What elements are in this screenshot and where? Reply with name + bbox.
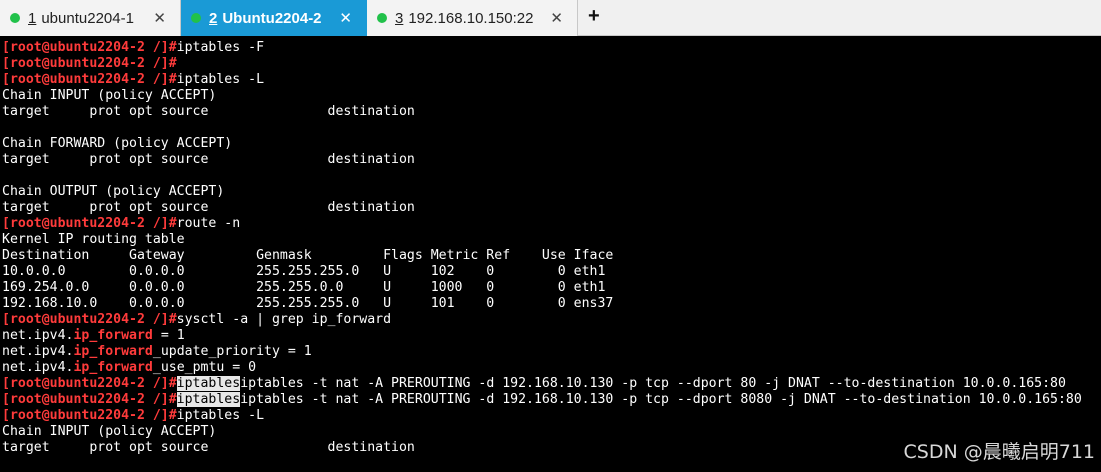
connected-status-icon [377, 13, 387, 23]
terminal-line: [root@ubuntu2204-2 /]#iptablesiptables -… [2, 392, 1101, 408]
output-text: = 1 [152, 328, 185, 343]
terminal-line: [root@ubuntu2204-2 /]#iptables -L [2, 72, 1101, 88]
close-icon[interactable]: ✕ [550, 9, 563, 27]
terminal-line: [root@ubuntu2204-2 /]#route -n [2, 216, 1101, 232]
output-text: _use_pmtu = 0 [152, 360, 257, 375]
output-text: net.ipv4. [2, 360, 74, 375]
shell-prompt: [root@ubuntu2204-2 /]# [2, 408, 177, 423]
terminal-line: [root@ubuntu2204-2 /]#iptables -L [2, 408, 1101, 424]
selected-text[interactable]: iptables [176, 392, 241, 407]
shell-prompt: [root@ubuntu2204-2 /]# [2, 216, 177, 231]
output-line: net.ipv4.ip_forward_use_pmtu = 0 [2, 360, 1101, 376]
shell-prompt: [root@ubuntu2204-2 /]# [2, 40, 177, 55]
output-line: 10.0.0.0 0.0.0.0 255.255.255.0 U 102 0 0… [2, 264, 606, 279]
output-line: Destination Gateway Genmask Flags Metric… [2, 248, 614, 263]
tab-title: 192.168.10.150:22 [408, 9, 534, 27]
grep-match: ip_forward [73, 344, 153, 359]
tab-number: 1 [28, 9, 37, 27]
command-text: iptables -L [176, 72, 265, 87]
output-line: target prot opt source destination [2, 152, 415, 167]
watermark: CSDN @晨曦启明711 [903, 441, 1095, 463]
tab-192-168-10-150[interactable]: 3 192.168.10.150:22 ✕ [367, 0, 578, 36]
close-icon[interactable]: ✕ [153, 9, 166, 27]
connected-status-icon [191, 13, 201, 23]
terminal-line: [root@ubuntu2204-2 /]#sysctl -a | grep i… [2, 312, 1101, 328]
output-text: net.ipv4. [2, 328, 74, 343]
terminal-line: [root@ubuntu2204-2 /]#iptables -F [2, 40, 1101, 56]
command-text: iptables -t nat -A PREROUTING -d 192.168… [240, 376, 1066, 391]
close-icon[interactable]: ✕ [339, 9, 352, 27]
grep-match: ip_forward [73, 328, 153, 343]
terminal-output[interactable]: [root@ubuntu2204-2 /]#iptables -F [root@… [2, 40, 1101, 472]
output-line: 169.254.0.0 0.0.0.0 255.255.0.0 U 1000 0… [2, 280, 606, 295]
shell-prompt: [root@ubuntu2204-2 /]# [2, 56, 177, 71]
output-line: Chain OUTPUT (policy ACCEPT) [2, 184, 225, 199]
tab-title: Ubuntu2204-2 [222, 9, 322, 27]
command-text: iptables -L [176, 408, 265, 423]
shell-prompt: [root@ubuntu2204-2 /]# [2, 72, 177, 87]
output-text: _update_priority = 1 [152, 344, 312, 359]
tab-title: ubuntu2204-1 [41, 9, 134, 27]
tab-number: 3 [395, 9, 404, 27]
shell-prompt: [root@ubuntu2204-2 /]# [2, 312, 177, 327]
output-line: Chain FORWARD (policy ACCEPT) [2, 136, 233, 151]
output-line: Chain INPUT (policy ACCEPT) [2, 88, 217, 103]
output-line: target prot opt source destination [2, 200, 415, 215]
command-text: iptables -F [176, 40, 265, 55]
terminal-line: [root@ubuntu2204-2 /]#iptablesiptables -… [2, 376, 1101, 392]
command-text: iptables -t nat -A PREROUTING -d 192.168… [240, 392, 1082, 407]
command-text: sysctl -a | grep ip_forward [176, 312, 392, 327]
command-text: route -n [176, 216, 241, 231]
output-line: target prot opt source destination [2, 104, 415, 119]
output-text: net.ipv4. [2, 344, 74, 359]
connected-status-icon [10, 13, 20, 23]
tab-bar: 1 ubuntu2204-1 ✕ 2 Ubuntu2204-2 ✕ 3 192.… [0, 0, 1101, 36]
new-tab-button[interactable]: + [588, 5, 600, 28]
shell-prompt: [root@ubuntu2204-2 /]# [2, 376, 177, 391]
output-line: 192.168.10.0 0.0.0.0 255.255.255.0 U 101… [2, 296, 614, 311]
terminal-line: [root@ubuntu2204-2 /]# [2, 56, 1101, 72]
tab-ubuntu2204-1[interactable]: 1 ubuntu2204-1 ✕ [0, 0, 181, 36]
tab-ubuntu2204-2[interactable]: 2 Ubuntu2204-2 ✕ [181, 0, 367, 36]
grep-match: ip_forward [73, 360, 153, 375]
output-line: net.ipv4.ip_forward = 1 [2, 328, 1101, 344]
tab-number: 2 [209, 9, 218, 27]
output-line: Kernel IP routing table [2, 232, 185, 247]
shell-prompt: [root@ubuntu2204-2 /]# [2, 392, 177, 407]
output-line: net.ipv4.ip_forward_update_priority = 1 [2, 344, 1101, 360]
selected-text[interactable]: iptables [176, 376, 241, 391]
